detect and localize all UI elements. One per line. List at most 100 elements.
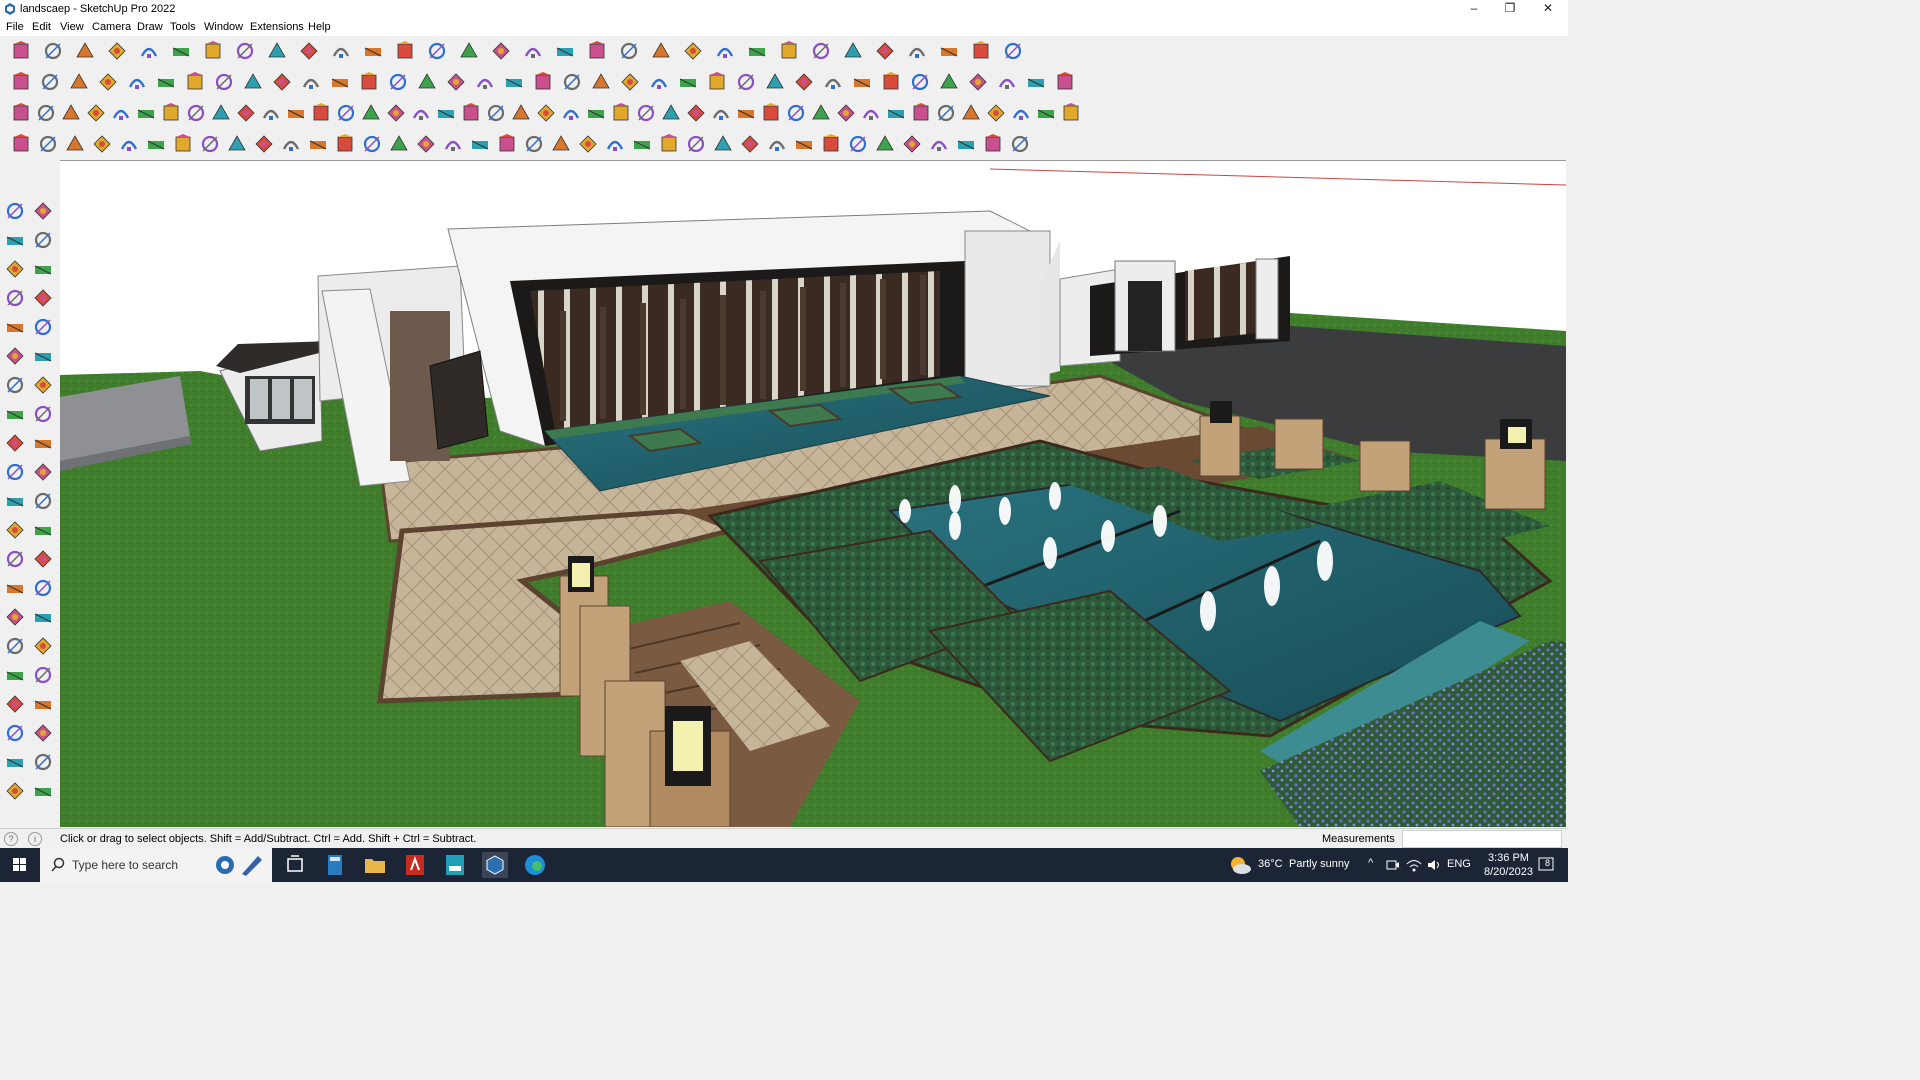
extension-icon[interactable] [300, 71, 322, 93]
extension-icon[interactable] [260, 102, 282, 124]
extension-icon[interactable] [610, 102, 632, 124]
menu-edit[interactable]: Edit [32, 21, 51, 33]
extension-icon[interactable] [985, 102, 1007, 124]
extension-icon[interactable] [235, 102, 257, 124]
extension-icon[interactable] [1009, 133, 1031, 155]
extension-icon[interactable] [210, 102, 232, 124]
zoom-extents-icon[interactable] [554, 40, 576, 62]
zoom-extents-tool[interactable] [4, 664, 26, 686]
shape-icon[interactable] [880, 71, 902, 93]
extension-icon[interactable] [334, 133, 356, 155]
weather-temperature[interactable]: 36°C [1258, 858, 1283, 892]
extension-icon[interactable] [242, 71, 264, 93]
extension-icon[interactable] [329, 71, 351, 93]
sandbox-icon[interactable] [810, 40, 832, 62]
extension-icon[interactable] [910, 102, 932, 124]
shape-icon[interactable] [648, 71, 670, 93]
extension-icon[interactable] [909, 71, 931, 93]
extension-icon[interactable] [955, 133, 977, 155]
follow-me-icon[interactable] [234, 40, 256, 62]
tape-icon[interactable] [362, 40, 384, 62]
push-pull-tool[interactable] [32, 432, 54, 454]
position-camera-tool[interactable] [4, 693, 26, 715]
styles-tool[interactable] [32, 780, 54, 802]
extension-icon[interactable] [996, 71, 1018, 93]
extension-icon[interactable] [585, 102, 607, 124]
pan-icon[interactable] [490, 40, 512, 62]
menu-window[interactable]: Window [204, 21, 243, 33]
extension-icon[interactable] [110, 102, 132, 124]
edge-browser-icon[interactable] [522, 852, 548, 878]
extension-icon[interactable] [535, 102, 557, 124]
top-view-icon[interactable] [39, 71, 61, 93]
section-icon[interactable] [586, 40, 608, 62]
zoom-tool[interactable] [4, 635, 26, 657]
extension-icon[interactable] [360, 102, 382, 124]
extension-icon[interactable] [885, 102, 907, 124]
extension-icon[interactable] [967, 71, 989, 93]
orbit-tool[interactable] [4, 606, 26, 628]
extension-icon[interactable] [874, 133, 896, 155]
component-tool[interactable] [4, 258, 26, 280]
extension-icon[interactable] [160, 102, 182, 124]
shape-icon[interactable] [735, 71, 757, 93]
extension-icon[interactable] [1025, 71, 1047, 93]
extension-icon[interactable] [335, 102, 357, 124]
restore-button[interactable]: ❐ [1492, 0, 1528, 19]
wifi-icon[interactable] [1406, 858, 1422, 892]
house-icon[interactable] [445, 71, 467, 93]
extension-icon[interactable] [523, 133, 545, 155]
rotate-tool[interactable] [4, 461, 26, 483]
menu-camera[interactable]: Camera [92, 21, 131, 33]
extension-icon[interactable] [280, 133, 302, 155]
extension-tool[interactable] [32, 751, 54, 773]
rotated-rectangle-tool[interactable] [32, 316, 54, 338]
axes-tool[interactable] [4, 577, 26, 599]
extension-icon[interactable] [388, 133, 410, 155]
move-icon[interactable] [266, 40, 288, 62]
undo-icon[interactable] [938, 40, 960, 62]
geolocation-icon[interactable]: ? [4, 832, 18, 846]
extension-icon[interactable] [199, 133, 221, 155]
extension-icon[interactable] [577, 133, 599, 155]
extension-icon[interactable] [631, 133, 653, 155]
extension-icon[interactable] [1010, 102, 1032, 124]
extension-icon[interactable] [415, 133, 437, 155]
extension-icon[interactable] [710, 102, 732, 124]
previous-view-tool[interactable] [32, 664, 54, 686]
extension-icon[interactable] [928, 133, 950, 155]
extension-icon[interactable] [1054, 71, 1076, 93]
extension-icon[interactable] [97, 71, 119, 93]
extension-icon[interactable] [938, 71, 960, 93]
zoom-window-icon[interactable] [522, 40, 544, 62]
text-tool[interactable] [32, 548, 54, 570]
layers-tool[interactable] [4, 780, 26, 802]
extension-icon[interactable] [184, 71, 206, 93]
menu-tools[interactable]: Tools [170, 21, 196, 33]
extension-icon[interactable] [658, 133, 680, 155]
extension-icon[interactable] [590, 71, 612, 93]
extension-icon[interactable] [387, 71, 409, 93]
extension-icon[interactable] [37, 133, 59, 155]
extension-icon[interactable] [10, 102, 32, 124]
extension-icon[interactable] [213, 71, 235, 93]
extension-icon[interactable] [739, 133, 761, 155]
extension-icon[interactable] [561, 71, 583, 93]
rotate-icon[interactable] [298, 40, 320, 62]
shape-icon[interactable] [619, 71, 641, 93]
house-icon[interactable] [416, 71, 438, 93]
font-icon[interactable] [532, 71, 554, 93]
eraser-tool[interactable] [32, 229, 54, 251]
eraser-icon[interactable] [74, 40, 96, 62]
section-plane-tool[interactable] [32, 722, 54, 744]
extension-icon[interactable] [835, 102, 857, 124]
extension-icon[interactable] [185, 102, 207, 124]
follow-me-tool[interactable] [32, 461, 54, 483]
shape-icon[interactable] [706, 71, 728, 93]
3ds-max-icon[interactable] [442, 852, 468, 878]
extension-icon[interactable] [485, 102, 507, 124]
pencil-icon[interactable] [106, 40, 128, 62]
three-point-arc-tool[interactable] [32, 403, 54, 425]
extension-icon[interactable] [604, 133, 626, 155]
extension-icon[interactable] [410, 102, 432, 124]
